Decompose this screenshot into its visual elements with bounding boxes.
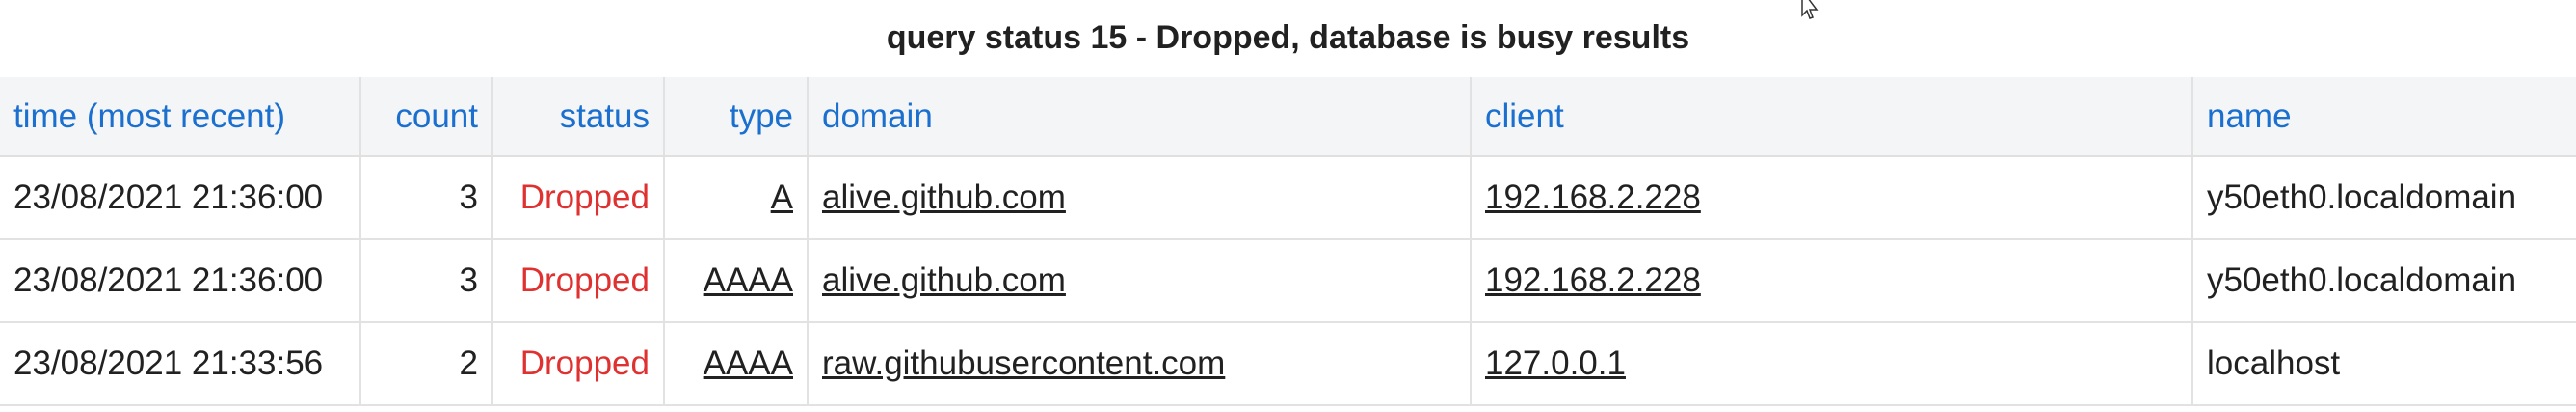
- client-link[interactable]: 127.0.0.1: [1485, 344, 1626, 382]
- status-cell: Dropped: [492, 322, 665, 406]
- column-header-name[interactable]: name: [2192, 77, 2576, 157]
- status-cell: Dropped: [492, 239, 665, 323]
- time-cell: 23/08/2021 21:33:56: [0, 322, 361, 406]
- time-cell: 23/08/2021 21:36:00: [0, 156, 361, 240]
- type-link[interactable]: AAAA: [704, 344, 793, 382]
- page-title: query status 15 - Dropped, database is b…: [886, 19, 1690, 56]
- type-link[interactable]: AAAA: [704, 261, 793, 299]
- type-link[interactable]: A: [771, 179, 793, 216]
- client-link[interactable]: 192.168.2.228: [1485, 179, 1701, 216]
- column-header-client[interactable]: client: [1471, 77, 2193, 157]
- table-row: 23/08/2021 21:36:00 3 Dropped AAAA alive…: [0, 239, 2576, 323]
- column-header-time[interactable]: time (most recent): [0, 77, 361, 157]
- table-row: 23/08/2021 21:36:00 3 Dropped A alive.gi…: [0, 156, 2576, 240]
- status-cell: Dropped: [492, 156, 665, 240]
- time-cell: 23/08/2021 21:36:00: [0, 239, 361, 323]
- table-header-row: time (most recent) count status type dom…: [0, 77, 2576, 157]
- column-header-status[interactable]: status: [492, 77, 665, 157]
- name-cell: localhost: [2192, 322, 2576, 406]
- column-header-type[interactable]: type: [664, 77, 809, 157]
- domain-link[interactable]: raw.githubusercontent.com: [822, 344, 1225, 382]
- column-header-domain[interactable]: domain: [808, 77, 1472, 157]
- count-cell: 3: [360, 156, 493, 240]
- count-cell: 3: [360, 239, 493, 323]
- domain-link[interactable]: alive.github.com: [822, 261, 1066, 299]
- name-cell: y50eth0.localdomain: [2192, 239, 2576, 323]
- domain-link[interactable]: alive.github.com: [822, 179, 1066, 216]
- results-table: time (most recent) count status type dom…: [0, 77, 2576, 406]
- count-cell: 2: [360, 322, 493, 406]
- name-cell: y50eth0.localdomain: [2192, 156, 2576, 240]
- table-row: 23/08/2021 21:33:56 2 Dropped AAAA raw.g…: [0, 322, 2576, 406]
- client-link[interactable]: 192.168.2.228: [1485, 261, 1701, 299]
- mouse-pointer-icon: [1794, 0, 1823, 23]
- column-header-count[interactable]: count: [360, 77, 493, 157]
